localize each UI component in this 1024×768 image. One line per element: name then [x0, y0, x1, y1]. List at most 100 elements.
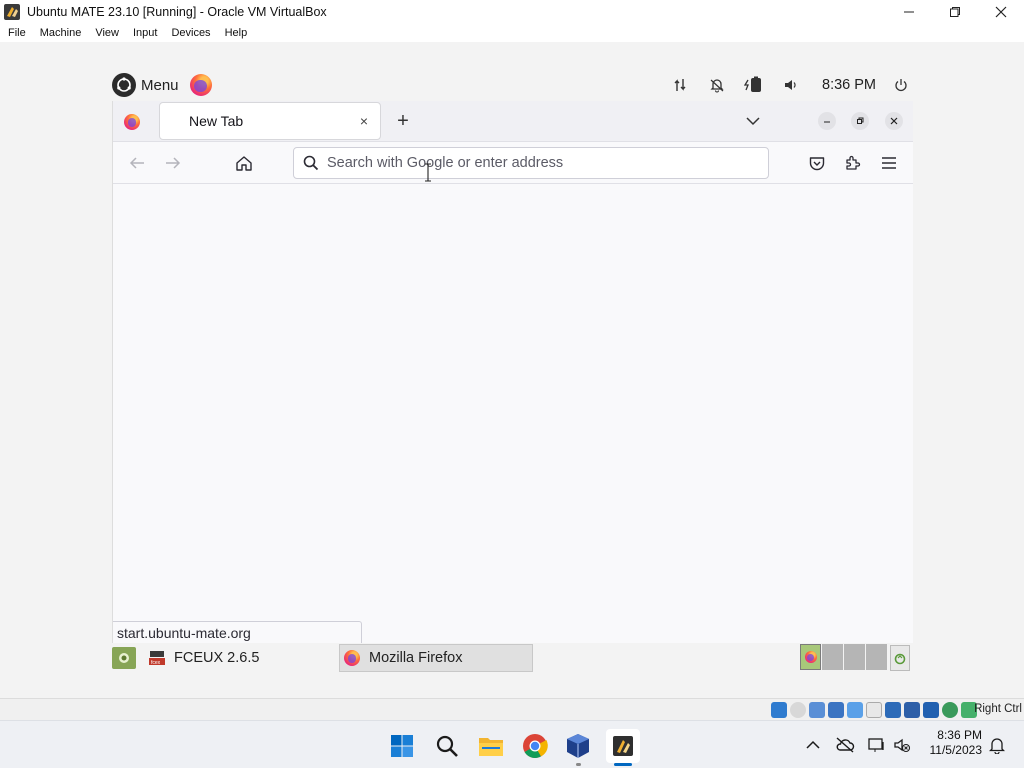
ff-restore-button[interactable]: [851, 112, 869, 130]
ubuntu-logo-icon[interactable]: [112, 73, 136, 97]
hamburger-menu-icon: [882, 157, 896, 169]
usb-icon[interactable]: [847, 702, 863, 718]
close-icon: [995, 6, 1007, 18]
tab-title: New Tab: [189, 113, 244, 129]
network-icon[interactable]: [669, 74, 691, 96]
screen: Ubuntu MATE 23.10 [Running] - Oracle VM …: [0, 0, 1024, 768]
active-indicator: [614, 763, 632, 766]
main-menu-button[interactable]: Menu: [141, 77, 179, 94]
url-bar[interactable]: [293, 147, 769, 179]
mate-top-panel: Menu 8:36 PM: [112, 70, 912, 100]
vbox-status-icons: [771, 702, 977, 718]
show-desktop-button[interactable]: [112, 647, 136, 669]
vt-x-icon[interactable]: [923, 702, 939, 718]
home-button[interactable]: [232, 151, 256, 175]
workspace-3[interactable]: [844, 644, 865, 670]
minimize-icon: [824, 121, 830, 123]
ff-minimize-button[interactable]: [818, 112, 836, 130]
close-icon: [890, 117, 898, 125]
virtualbox-app-icon: [4, 4, 20, 20]
firefox-icon: [804, 651, 817, 663]
menu-machine[interactable]: Machine: [36, 27, 86, 39]
restore-icon: [857, 117, 864, 124]
workspace-4[interactable]: [866, 644, 887, 670]
recording-icon[interactable]: [904, 702, 920, 718]
display-icon[interactable]: [885, 702, 901, 718]
audio-icon[interactable]: [809, 702, 825, 718]
arrow-left-icon: [129, 157, 144, 169]
notification-icon[interactable]: [706, 74, 728, 96]
battery-icon[interactable]: [743, 74, 765, 96]
menu-devices[interactable]: Devices: [167, 27, 214, 39]
cloud-offline-icon[interactable]: [833, 733, 857, 757]
firefox-window: New Tab × + Search with Google or enter …: [112, 101, 913, 643]
tab-new-tab[interactable]: New Tab ×: [159, 102, 381, 140]
vbox-menubar: File Machine View Input Devices Help: [0, 24, 1024, 42]
optical-drive-icon[interactable]: [790, 702, 806, 718]
pocket-button[interactable]: [805, 151, 829, 175]
workspace-switcher: [800, 644, 887, 672]
clock-date: 11/5/2023: [929, 743, 983, 757]
chrome-icon[interactable]: [518, 729, 552, 763]
window-title: Ubuntu MATE 23.10 [Running] - Oracle VM …: [27, 5, 327, 19]
chevron-up-icon[interactable]: [801, 733, 825, 757]
home-icon: [236, 155, 252, 171]
task-label: FCEUX 2.6.5: [174, 650, 260, 666]
guest-additions-icon[interactable]: [942, 702, 958, 718]
tab-strip: New Tab × +: [113, 101, 913, 142]
new-tab-button[interactable]: +: [391, 109, 415, 133]
task-fceux[interactable]: fcex FCEUX 2.6.5: [148, 644, 336, 672]
power-icon[interactable]: [890, 74, 912, 96]
network-adapter-icon[interactable]: [828, 702, 844, 718]
virtualbox-vm-icon[interactable]: [606, 729, 640, 763]
menu-help[interactable]: Help: [221, 27, 252, 39]
arrow-right-icon: [166, 157, 181, 169]
menu-view[interactable]: View: [91, 27, 123, 39]
navigation-toolbar: [113, 142, 913, 184]
app-menu-button[interactable]: [877, 151, 901, 175]
puzzle-icon: [846, 155, 861, 170]
minimize-button[interactable]: [886, 0, 932, 24]
shared-folders-icon[interactable]: [866, 702, 882, 718]
start-icon[interactable]: [385, 729, 419, 763]
trash-icon[interactable]: [890, 645, 910, 671]
vbox-statusbar: Right Ctrl: [0, 698, 1024, 720]
back-button[interactable]: [125, 151, 149, 175]
volume-icon[interactable]: [780, 74, 802, 96]
volume-muted-icon[interactable]: [890, 733, 914, 757]
hard-disk-icon[interactable]: [771, 702, 787, 718]
firefox-launcher-icon[interactable]: [189, 74, 212, 96]
firefox-view-icon[interactable]: [124, 114, 140, 130]
windows-taskbar: 8:36 PM 11/5/2023: [0, 720, 1024, 768]
search-icon[interactable]: [430, 729, 464, 763]
workspace-2[interactable]: [822, 644, 843, 670]
close-button[interactable]: [978, 0, 1024, 24]
extensions-button[interactable]: [841, 151, 865, 175]
taskbar-clock[interactable]: 8:36 PM 11/5/2023: [918, 728, 983, 758]
ff-close-button[interactable]: [885, 112, 903, 130]
file-explorer-icon[interactable]: [474, 729, 508, 763]
panel-clock[interactable]: 8:36 PM: [822, 77, 876, 93]
tab-close-icon[interactable]: ×: [354, 113, 374, 129]
list-all-tabs-button[interactable]: [741, 109, 765, 133]
minimize-icon: [904, 11, 914, 13]
running-indicator: [576, 763, 581, 766]
task-firefox[interactable]: Mozilla Firefox: [339, 644, 533, 672]
virtualbox-icon[interactable]: [561, 729, 595, 763]
maximize-button[interactable]: [932, 0, 978, 24]
system-tray: 8:36 PM: [654, 70, 912, 100]
menu-file[interactable]: File: [4, 27, 30, 39]
bell-icon[interactable]: [985, 733, 1009, 757]
restore-icon: [950, 7, 960, 17]
text-cursor-icon: [425, 163, 431, 182]
vbox-titlebar: Ubuntu MATE 23.10 [Running] - Oracle VM …: [0, 0, 1024, 24]
menu-input[interactable]: Input: [129, 27, 161, 39]
display-network-icon[interactable]: [865, 733, 889, 757]
window-controls: [886, 0, 1024, 24]
forward-button[interactable]: [161, 151, 185, 175]
search-icon: [303, 155, 319, 171]
clock-time: 8:36 PM: [937, 728, 982, 742]
url-input[interactable]: [327, 155, 747, 171]
show-desktop-icon: [119, 653, 129, 663]
workspace-1[interactable]: [800, 644, 821, 670]
